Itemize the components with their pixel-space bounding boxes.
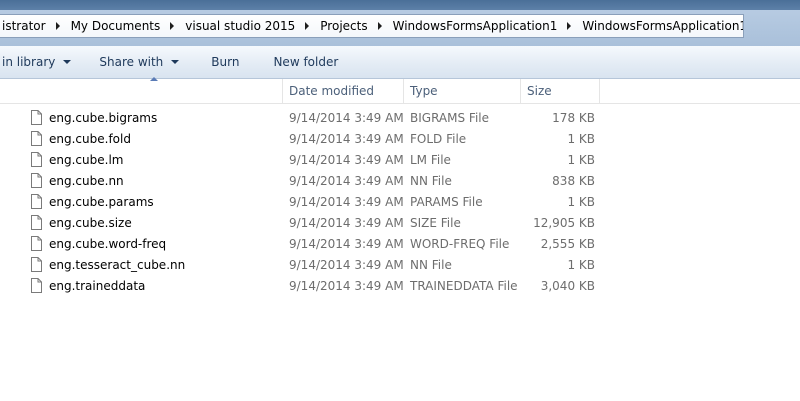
chevron-right-icon[interactable] xyxy=(305,22,310,30)
file-size: 178 KB xyxy=(552,111,595,125)
file-list: eng.cube.bigrams 9/14/2014 3:49 AM BIGRA… xyxy=(0,108,800,297)
file-size: 1 KB xyxy=(567,258,595,272)
command-bar: in library Share with Burn New folder xyxy=(0,46,800,79)
file-name: eng.cube.lm xyxy=(49,153,124,167)
file-name: eng.cube.params xyxy=(49,195,154,209)
column-header-type[interactable]: Type xyxy=(404,79,521,103)
file-type: NN File xyxy=(410,174,452,188)
file-size: 1 KB xyxy=(567,153,595,167)
file-icon xyxy=(31,278,42,293)
file-type: FOLD File xyxy=(410,132,467,146)
file-row[interactable]: eng.cube.size 9/14/2014 3:49 AM SIZE Fil… xyxy=(0,213,800,234)
breadcrumb-item-projects[interactable]: Projects xyxy=(314,15,386,37)
file-size: 3,040 KB xyxy=(540,279,595,293)
breadcrumb-label: istrator xyxy=(2,19,46,33)
file-name: eng.cube.bigrams xyxy=(49,111,158,125)
file-type: TRAINEDDATA File xyxy=(410,279,518,293)
file-row[interactable]: eng.cube.bigrams 9/14/2014 3:49 AM BIGRA… xyxy=(0,108,800,129)
breadcrumb-label: WindowsFormsApplication1 xyxy=(582,19,744,33)
file-date: 9/14/2014 3:49 AM xyxy=(289,216,404,230)
breadcrumb-item-project[interactable]: WindowsFormsApplication1 xyxy=(576,15,744,37)
share-with-button[interactable]: Share with xyxy=(81,50,189,75)
breadcrumb-item-visual-studio[interactable]: visual studio 2015 xyxy=(179,15,314,37)
file-date: 9/14/2014 3:49 AM xyxy=(289,174,404,188)
file-name: eng.cube.size xyxy=(49,216,132,230)
column-header-name[interactable] xyxy=(0,77,283,103)
chevron-right-icon[interactable] xyxy=(170,22,175,30)
file-name: eng.traineddata xyxy=(49,279,146,293)
file-type: WORD-FREQ File xyxy=(410,237,510,251)
breadcrumb-label: My Documents xyxy=(70,19,161,33)
file-type: PARAMS File xyxy=(410,195,483,209)
sort-up-icon xyxy=(150,77,158,81)
new-folder-button[interactable]: New folder xyxy=(249,50,348,75)
breadcrumb-label: Projects xyxy=(320,19,368,33)
file-name: eng.tesseract_cube.nn xyxy=(49,258,186,272)
column-header: Date modified Type Size xyxy=(0,77,800,104)
file-size: 1 KB xyxy=(567,132,595,146)
chevron-right-icon[interactable] xyxy=(55,22,60,30)
title-bar xyxy=(0,0,800,10)
chevron-right-icon[interactable] xyxy=(567,22,572,30)
file-icon xyxy=(31,173,42,188)
file-icon xyxy=(31,257,42,272)
breadcrumb-label: visual studio 2015 xyxy=(185,19,296,33)
file-name: eng.cube.fold xyxy=(49,132,131,146)
file-row[interactable]: eng.tesseract_cube.nn 9/14/2014 3:49 AM … xyxy=(0,255,800,276)
address-area: istrator My Documents visual studio 2015… xyxy=(0,10,800,46)
file-icon xyxy=(31,152,42,167)
file-date: 9/14/2014 3:49 AM xyxy=(289,132,404,146)
file-date: 9/14/2014 3:49 AM xyxy=(289,153,404,167)
file-row[interactable]: eng.cube.fold 9/14/2014 3:49 AM FOLD Fil… xyxy=(0,129,800,150)
include-in-library-label: in library xyxy=(2,55,56,69)
include-in-library-button[interactable]: in library xyxy=(0,50,81,75)
chevron-right-icon[interactable] xyxy=(377,22,382,30)
file-type: LM File xyxy=(410,153,451,167)
file-icon xyxy=(31,236,42,251)
file-type: SIZE File xyxy=(410,216,461,230)
burn-label: Burn xyxy=(211,55,240,69)
file-row[interactable]: eng.traineddata 9/14/2014 3:49 AM TRAINE… xyxy=(0,276,800,297)
file-name: eng.cube.word-freq xyxy=(49,237,167,251)
file-date: 9/14/2014 3:49 AM xyxy=(289,258,404,272)
share-with-label: Share with xyxy=(99,55,164,69)
chevron-down-icon xyxy=(171,60,180,64)
file-size: 2,555 KB xyxy=(540,237,595,251)
column-header-size[interactable]: Size xyxy=(521,79,600,103)
file-row[interactable]: eng.cube.nn 9/14/2014 3:49 AM NN File 83… xyxy=(0,171,800,192)
breadcrumb-item-administrator[interactable]: istrator xyxy=(0,15,65,37)
breadcrumb-item-solution[interactable]: WindowsFormsApplication1 xyxy=(387,15,577,37)
file-icon xyxy=(31,110,42,125)
file-date: 9/14/2014 3:49 AM xyxy=(289,111,404,125)
file-size: 838 KB xyxy=(552,174,595,188)
file-row[interactable]: eng.cube.lm 9/14/2014 3:49 AM LM File 1 … xyxy=(0,150,800,171)
new-folder-label: New folder xyxy=(273,55,339,69)
file-date: 9/14/2014 3:49 AM xyxy=(289,237,404,251)
explorer-window: istrator My Documents visual studio 2015… xyxy=(0,0,800,401)
file-type: NN File xyxy=(410,258,452,272)
file-icon xyxy=(31,131,42,146)
breadcrumb[interactable]: istrator My Documents visual studio 2015… xyxy=(0,14,744,38)
breadcrumb-item-my-documents[interactable]: My Documents xyxy=(65,15,180,37)
file-size: 12,905 KB xyxy=(533,216,595,230)
breadcrumb-label: WindowsFormsApplication1 xyxy=(392,19,558,33)
burn-button[interactable]: Burn xyxy=(189,50,249,75)
chevron-down-icon xyxy=(63,60,72,64)
file-icon xyxy=(31,194,42,209)
file-row[interactable]: eng.cube.params 9/14/2014 3:49 AM PARAMS… xyxy=(0,192,800,213)
file-type: BIGRAMS File xyxy=(410,111,489,125)
file-row[interactable]: eng.cube.word-freq 9/14/2014 3:49 AM WOR… xyxy=(0,234,800,255)
column-header-date[interactable]: Date modified xyxy=(283,79,404,103)
file-size: 1 KB xyxy=(567,195,595,209)
file-icon xyxy=(31,215,42,230)
file-name: eng.cube.nn xyxy=(49,174,124,188)
file-date: 9/14/2014 3:49 AM xyxy=(289,195,404,209)
file-date: 9/14/2014 3:49 AM xyxy=(289,279,404,293)
